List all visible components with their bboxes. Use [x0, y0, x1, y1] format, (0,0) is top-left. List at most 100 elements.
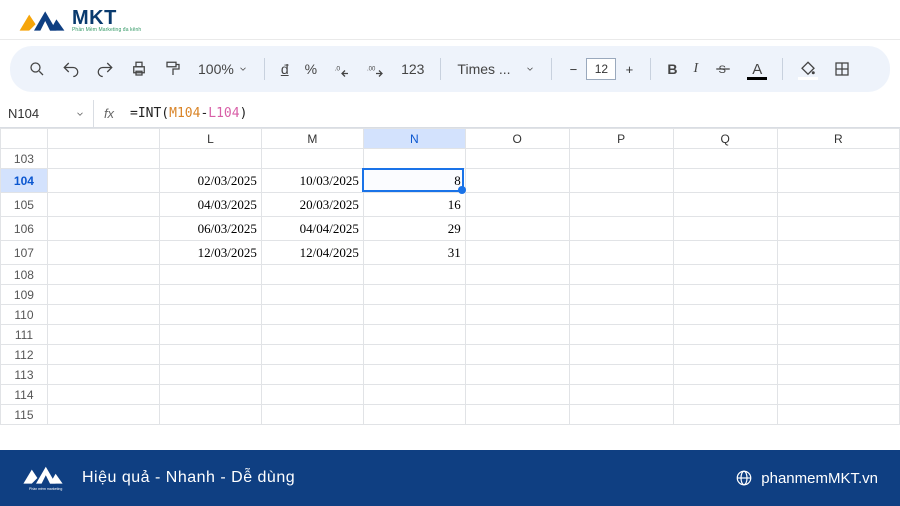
font-size-decrease[interactable]: −	[562, 58, 584, 80]
cell[interactable]	[261, 265, 363, 285]
column-header[interactable]: P	[569, 129, 673, 149]
cell[interactable]	[673, 365, 777, 385]
cell[interactable]	[777, 325, 899, 345]
cell[interactable]	[673, 193, 777, 217]
formula-input[interactable]: =INT(M104-L104)	[124, 106, 900, 121]
cell[interactable]	[777, 169, 899, 193]
cell[interactable]	[47, 241, 159, 265]
cell[interactable]	[569, 365, 673, 385]
cell[interactable]	[569, 265, 673, 285]
cell[interactable]: 12/03/2025	[159, 241, 261, 265]
cell[interactable]	[777, 241, 899, 265]
cell[interactable]	[569, 169, 673, 193]
spreadsheet-grid[interactable]: LMNOPQR 10310402/03/202510/03/2025810504…	[0, 128, 900, 425]
column-header[interactable]: N	[363, 129, 465, 149]
cell[interactable]	[465, 385, 569, 405]
decrease-decimal-icon[interactable]: .0	[327, 54, 357, 84]
cell[interactable]	[159, 285, 261, 305]
cell[interactable]	[159, 365, 261, 385]
cell[interactable]	[673, 285, 777, 305]
redo-icon[interactable]	[90, 54, 120, 84]
cell[interactable]	[261, 305, 363, 325]
cell[interactable]	[363, 305, 465, 325]
cell[interactable]: 20/03/2025	[261, 193, 363, 217]
cell[interactable]	[465, 325, 569, 345]
cell[interactable]: 29	[363, 217, 465, 241]
cell[interactable]	[465, 345, 569, 365]
cell[interactable]	[261, 365, 363, 385]
cell[interactable]	[465, 149, 569, 169]
cell[interactable]	[47, 345, 159, 365]
cell[interactable]	[673, 241, 777, 265]
cell[interactable]	[673, 345, 777, 365]
cell[interactable]: 12/04/2025	[261, 241, 363, 265]
currency-button[interactable]: đ	[275, 54, 295, 84]
cell[interactable]	[673, 305, 777, 325]
text-color-button[interactable]: A	[742, 54, 772, 84]
cell[interactable]	[261, 405, 363, 425]
cell[interactable]: 8	[363, 169, 465, 193]
cell[interactable]	[673, 385, 777, 405]
cell[interactable]	[159, 305, 261, 325]
cell[interactable]	[363, 325, 465, 345]
cell[interactable]	[159, 325, 261, 345]
cell[interactable]	[777, 385, 899, 405]
row-header[interactable]: 114	[1, 385, 48, 405]
cell[interactable]	[569, 345, 673, 365]
column-header[interactable]: O	[465, 129, 569, 149]
paint-format-icon[interactable]	[158, 54, 188, 84]
cell[interactable]	[777, 149, 899, 169]
undo-icon[interactable]	[56, 54, 86, 84]
row-header[interactable]: 103	[1, 149, 48, 169]
cell[interactable]	[569, 325, 673, 345]
fill-color-button[interactable]	[793, 54, 823, 84]
cell[interactable]	[363, 149, 465, 169]
percent-button[interactable]: %	[299, 54, 323, 84]
cell[interactable]: 16	[363, 193, 465, 217]
cell[interactable]	[47, 217, 159, 241]
font-size-increase[interactable]: +	[618, 58, 640, 80]
cell[interactable]	[159, 149, 261, 169]
cell[interactable]	[465, 169, 569, 193]
cell[interactable]	[777, 217, 899, 241]
row-header[interactable]: 109	[1, 285, 48, 305]
zoom-dropdown[interactable]: 100%	[192, 54, 254, 84]
cell[interactable]	[569, 217, 673, 241]
cell[interactable]	[673, 169, 777, 193]
cell[interactable]	[47, 405, 159, 425]
cell[interactable]	[465, 241, 569, 265]
cell[interactable]	[673, 405, 777, 425]
cell[interactable]	[363, 405, 465, 425]
borders-button[interactable]	[827, 54, 857, 84]
cell[interactable]	[47, 169, 159, 193]
cell[interactable]	[777, 193, 899, 217]
cell[interactable]	[159, 345, 261, 365]
cell[interactable]	[47, 265, 159, 285]
cell[interactable]	[465, 365, 569, 385]
cell[interactable]	[47, 305, 159, 325]
cell[interactable]	[465, 405, 569, 425]
cell[interactable]	[363, 385, 465, 405]
increase-decimal-icon[interactable]: .00	[361, 54, 391, 84]
cell[interactable]	[569, 241, 673, 265]
cell[interactable]	[465, 305, 569, 325]
cell[interactable]: 10/03/2025	[261, 169, 363, 193]
row-header[interactable]: 105	[1, 193, 48, 217]
cell[interactable]: 31	[363, 241, 465, 265]
cell[interactable]	[159, 265, 261, 285]
cell[interactable]	[47, 193, 159, 217]
cell[interactable]	[47, 385, 159, 405]
row-header[interactable]: 111	[1, 325, 48, 345]
select-all-cell[interactable]	[1, 129, 48, 149]
cell[interactable]	[777, 305, 899, 325]
cell[interactable]	[777, 345, 899, 365]
cell[interactable]	[465, 285, 569, 305]
bold-button[interactable]: B	[661, 54, 683, 84]
font-size-input[interactable]: 12	[586, 58, 616, 80]
cell[interactable]	[47, 325, 159, 345]
cell[interactable]	[47, 285, 159, 305]
search-icon[interactable]	[22, 54, 52, 84]
column-header[interactable]: R	[777, 129, 899, 149]
column-header[interactable]: Q	[673, 129, 777, 149]
column-header[interactable]: L	[159, 129, 261, 149]
